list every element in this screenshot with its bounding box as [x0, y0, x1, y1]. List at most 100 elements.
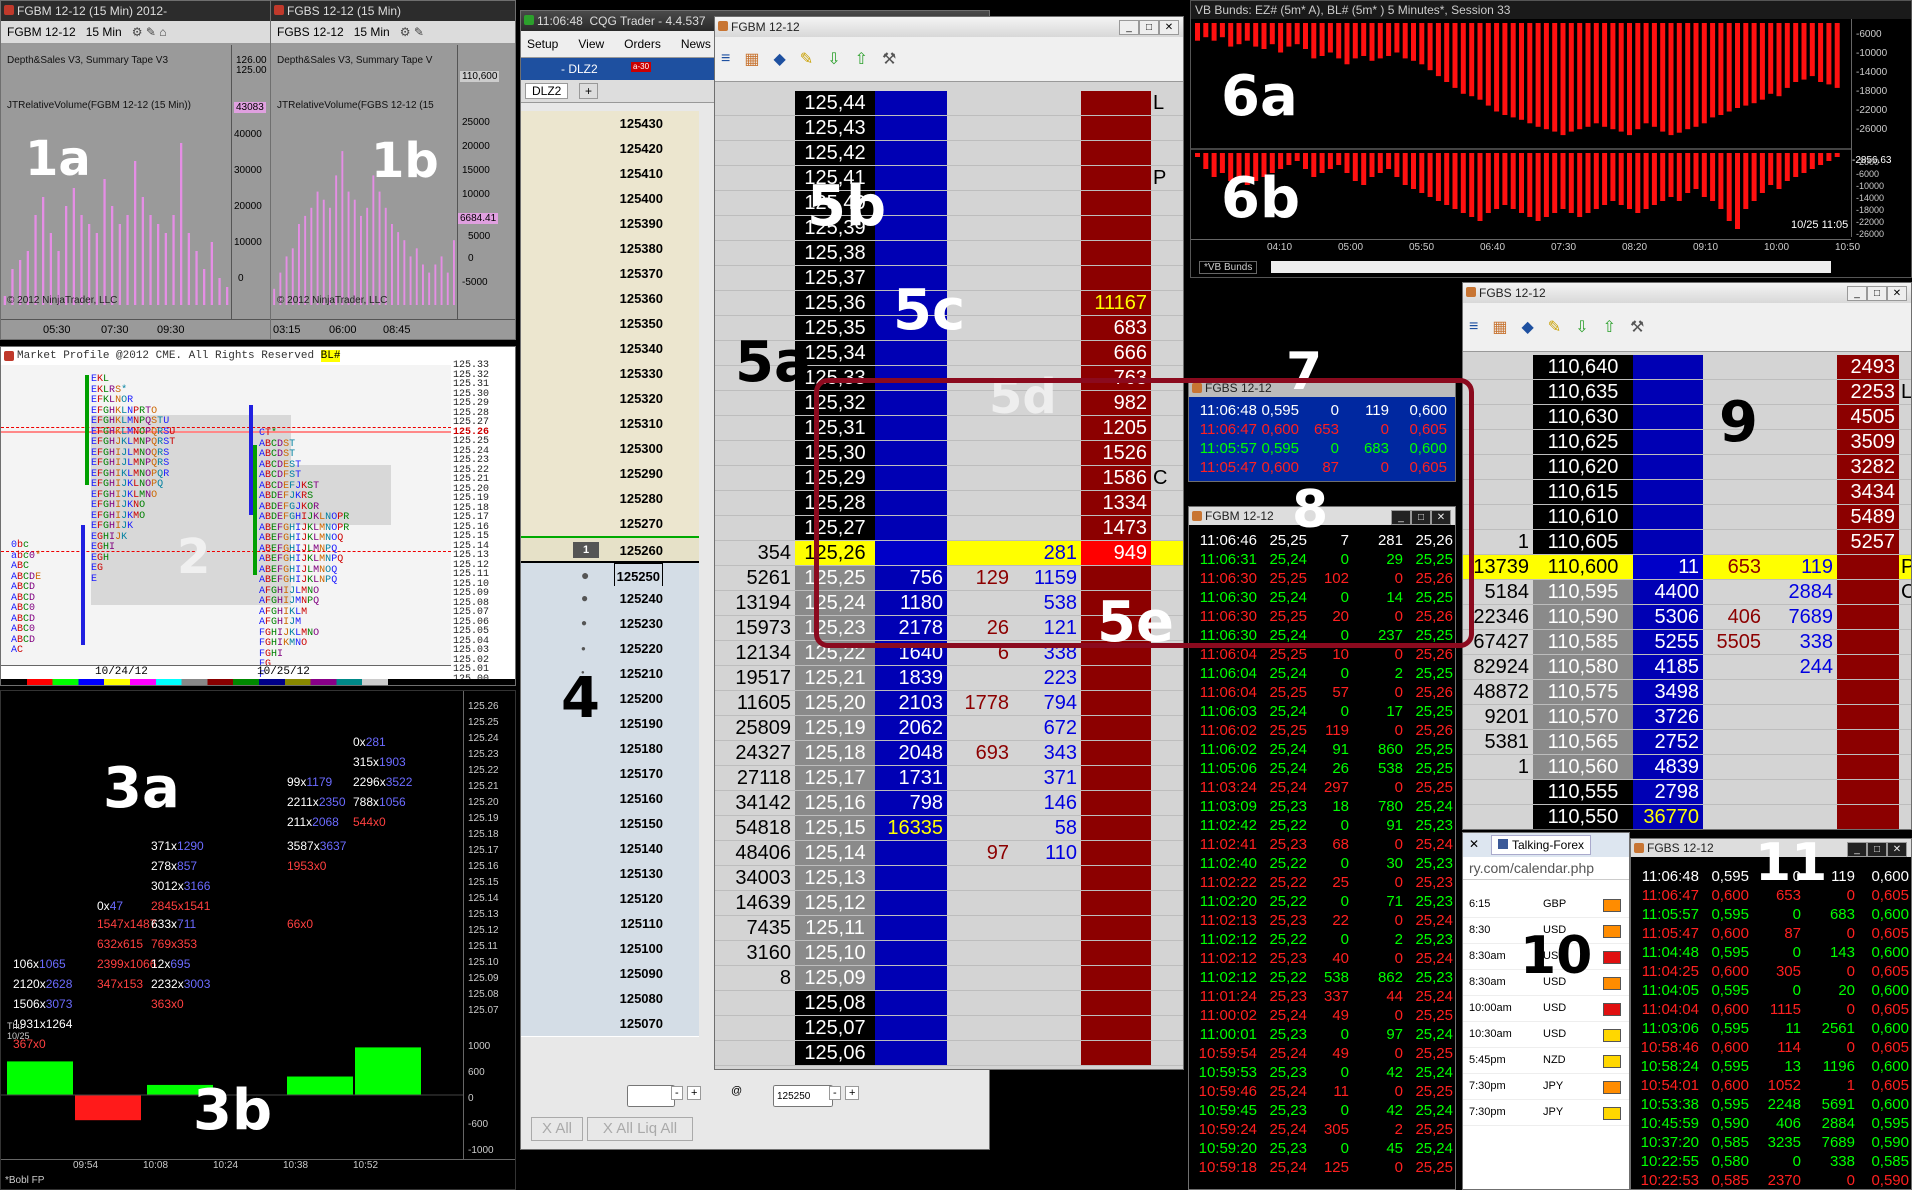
dom-sold-cell[interactable]	[947, 766, 1013, 791]
dom-tag-cell[interactable]	[1151, 291, 1183, 316]
dom-row[interactable]: 11605 125,20 2103 1778 794	[715, 691, 1183, 716]
window-11-titlebar[interactable]: FGBS 12-12 _ □ ✕	[1631, 839, 1911, 857]
dom-tag-cell[interactable]	[1151, 616, 1183, 641]
dom-row[interactable]: 110,555 2798	[1463, 780, 1911, 805]
dom-vol-cell[interactable]: 15973	[715, 616, 795, 641]
dom-bought-cell[interactable]: 371	[1013, 766, 1081, 791]
dom-ask-cell[interactable]	[1081, 966, 1151, 991]
arrow-down-icon[interactable]: ⇩	[827, 49, 840, 69]
ladder-row[interactable]: 125350	[521, 311, 699, 337]
dom-sold-cell[interactable]	[947, 191, 1013, 216]
dom-row[interactable]: 34142 125,16 798 146	[715, 791, 1183, 816]
dom-sold-cell[interactable]	[1703, 655, 1765, 680]
ladder-row[interactable]: 125140	[521, 836, 699, 862]
dom-vol-cell[interactable]	[715, 291, 795, 316]
dom-ask-cell[interactable]	[1837, 755, 1899, 780]
dom-bought-cell[interactable]	[1013, 341, 1081, 366]
calendar-row[interactable]: 7:30pm JPY	[1463, 1073, 1629, 1100]
dom-bid-cell[interactable]: 11	[1633, 555, 1703, 580]
dom-bid-cell[interactable]: 5306	[1633, 605, 1703, 630]
calendar-row[interactable]: 5:45pm NZD	[1463, 1047, 1629, 1074]
ladder-row[interactable]: 125110	[521, 911, 699, 937]
dom-tag-cell[interactable]	[1151, 841, 1183, 866]
dom-bid-cell[interactable]	[875, 916, 947, 941]
dom-sold-cell[interactable]	[1703, 705, 1765, 730]
dom-bought-cell[interactable]: 343	[1013, 741, 1081, 766]
dom-bought-cell[interactable]	[1013, 991, 1081, 1016]
dom-bought-cell[interactable]	[1765, 530, 1837, 555]
dom-bought-cell[interactable]: 110	[1013, 841, 1081, 866]
window-1b-titlebar[interactable]: FGBS 12-12 (15 Min)	[271, 1, 515, 21]
dom-sold-cell[interactable]: 5505	[1703, 630, 1765, 655]
dom-bought-cell[interactable]: 7689	[1765, 605, 1837, 630]
ladder-row[interactable]: 125170	[521, 761, 699, 787]
dom-bid-cell[interactable]	[875, 866, 947, 891]
dom-row[interactable]: 125,34 666	[715, 341, 1183, 366]
dom-vol-cell[interactable]: 67427	[1463, 630, 1533, 655]
calendar-row[interactable]: 7:30pm JPY	[1463, 1099, 1629, 1126]
ladder-row[interactable]: 125360	[521, 286, 699, 312]
dom-tag-cell[interactable]	[1899, 505, 1911, 530]
dom-ask-cell[interactable]	[1081, 841, 1151, 866]
cancel-all-liq-button[interactable]: X All Liq All	[587, 1117, 693, 1141]
dom-vol-cell[interactable]	[715, 116, 795, 141]
vb-scrollbar[interactable]	[1271, 261, 1831, 273]
dom-sold-cell[interactable]	[947, 491, 1013, 516]
dom-tag-cell[interactable]: P	[1899, 555, 1911, 580]
dom-vol-cell[interactable]: 13194	[715, 591, 795, 616]
dom-bid-cell[interactable]	[1633, 480, 1703, 505]
dom-row[interactable]: 125,06	[715, 1041, 1183, 1066]
cube-icon[interactable]: ◆	[773, 49, 785, 69]
dom-bought-cell[interactable]: 338	[1013, 641, 1081, 666]
dom-bid-cell[interactable]: 2048	[875, 741, 947, 766]
dom-tag-cell[interactable]	[1151, 591, 1183, 616]
dom-bid-cell[interactable]: 36770	[1633, 805, 1703, 829]
dom-tag-cell[interactable]	[1899, 430, 1911, 455]
dom-sold-cell[interactable]	[1703, 755, 1765, 780]
ladder-row[interactable]: 125320	[521, 386, 699, 412]
dom-bid-cell[interactable]	[875, 91, 947, 116]
ladder-row[interactable]: 125200	[521, 686, 699, 712]
dom-vol-cell[interactable]	[715, 466, 795, 491]
dom-bid-cell[interactable]	[1633, 455, 1703, 480]
dom-tag-cell[interactable]	[1899, 605, 1911, 630]
dom-bid-cell[interactable]	[875, 141, 947, 166]
dom-tag-cell[interactable]	[1899, 780, 1911, 805]
dom-row[interactable]: 125,35 683	[715, 316, 1183, 341]
dom-sold-cell[interactable]	[1703, 455, 1765, 480]
dom-bought-cell[interactable]	[1765, 680, 1837, 705]
columns-icon[interactable]: ▦	[744, 49, 759, 69]
dom-bid-cell[interactable]: 4839	[1633, 755, 1703, 780]
dom-tag-cell[interactable]	[1151, 991, 1183, 1016]
dom-row[interactable]: 19517 125,21 1839 223	[715, 666, 1183, 691]
dom-bought-cell[interactable]	[1013, 366, 1081, 391]
dom-bought-cell[interactable]	[1013, 491, 1081, 516]
dom-bought-cell[interactable]	[1013, 466, 1081, 491]
window-6-titlebar[interactable]: VB Bunds: EZ# (5m* A), BL# (5m* ) 5 Minu…	[1191, 1, 1911, 19]
dom-ask-cell[interactable]: 2253	[1837, 380, 1899, 405]
ladder-row[interactable]: ● 125240	[521, 586, 699, 612]
dom-bought-cell[interactable]: 2884	[1765, 580, 1837, 605]
dom-sold-cell[interactable]	[947, 791, 1013, 816]
window-7-titlebar[interactable]: FGBS 12-12	[1189, 379, 1455, 397]
dom-ask-cell[interactable]: 3282	[1837, 455, 1899, 480]
dom-bid-cell[interactable]	[875, 416, 947, 441]
dom-sold-cell[interactable]	[947, 391, 1013, 416]
dom-row[interactable]: 125,08	[715, 991, 1183, 1016]
dom-vol-cell[interactable]	[1463, 430, 1533, 455]
dom-bought-cell[interactable]: 244	[1765, 655, 1837, 680]
dom-sold-cell[interactable]: 26	[947, 616, 1013, 641]
dom-vol-cell[interactable]: 13739	[1463, 555, 1533, 580]
ladder-row[interactable]: 125380	[521, 236, 699, 262]
dom-bid-cell[interactable]	[875, 966, 947, 991]
dom-bought-cell[interactable]	[1013, 1016, 1081, 1041]
add-tab-button[interactable]: +	[579, 83, 599, 99]
dom-bid-cell[interactable]: 4400	[1633, 580, 1703, 605]
ladder-row[interactable]: 125420	[521, 136, 699, 162]
dom-bought-cell[interactable]: 281	[1013, 541, 1081, 566]
dom-vol-cell[interactable]: 1	[1463, 530, 1533, 555]
dom-ask-cell[interactable]: 2493	[1837, 355, 1899, 380]
dom-bid-cell[interactable]	[875, 166, 947, 191]
cube-icon[interactable]: ◆	[1521, 317, 1533, 337]
ladder-row[interactable]: 125270	[521, 511, 699, 537]
